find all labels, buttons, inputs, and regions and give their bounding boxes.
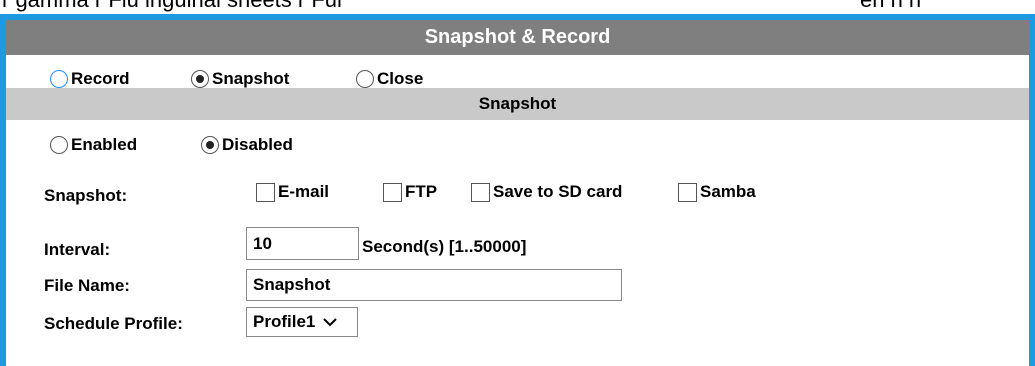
checkbox-label: FTP bbox=[405, 182, 438, 201]
radio-label: Record bbox=[71, 69, 130, 88]
checkbox-icon[interactable] bbox=[678, 182, 697, 202]
checkbox-icon[interactable] bbox=[383, 182, 402, 202]
radio-disabled[interactable]: Disabled bbox=[201, 135, 293, 155]
radio-icon[interactable] bbox=[191, 70, 209, 88]
checkbox-icon[interactable] bbox=[471, 182, 490, 202]
radio-label: Enabled bbox=[71, 135, 138, 154]
checkbox-label: E-mail bbox=[278, 182, 330, 201]
mode-radio-record[interactable]: Record bbox=[50, 69, 130, 89]
panel-title: Snapshot & Record bbox=[6, 20, 1029, 55]
file-name-input[interactable]: Snapshot bbox=[246, 269, 622, 301]
radio-enabled[interactable]: Enabled bbox=[50, 135, 137, 155]
mode-radio-close[interactable]: Close bbox=[356, 69, 423, 89]
checkbox-ftp[interactable]: FTP bbox=[383, 182, 437, 202]
checkbox-sd-card[interactable]: Save to SD card bbox=[471, 182, 622, 202]
radio-icon[interactable] bbox=[50, 136, 68, 154]
schedule-profile-select[interactable]: Profile1 bbox=[246, 307, 358, 337]
radio-icon[interactable] bbox=[50, 70, 68, 88]
select-value: Profile1 bbox=[253, 312, 316, 331]
clipped-text-strip: r gamma r Flu inguinal sheets r Ful en n… bbox=[0, 0, 1035, 14]
clipped-text-left: r gamma r Flu inguinal sheets r Ful bbox=[2, 0, 342, 11]
interval-label: Interval: bbox=[44, 240, 111, 259]
file-name-label: File Name: bbox=[44, 276, 130, 295]
checkbox-icon[interactable] bbox=[256, 182, 275, 202]
snapshot-record-panel: Snapshot & Record Record Snapshot Close … bbox=[0, 14, 1035, 366]
schedule-profile-label: Schedule Profile: bbox=[44, 314, 183, 333]
checkbox-samba[interactable]: Samba bbox=[678, 182, 756, 202]
clipped-text-right: en n n bbox=[860, 0, 921, 11]
radio-label: Snapshot bbox=[212, 69, 290, 88]
chevron-down-icon bbox=[323, 312, 338, 332]
interval-unit-label: Second(s) [1..50000] bbox=[362, 237, 527, 256]
interval-input[interactable]: 10 bbox=[246, 227, 359, 260]
checkbox-label: Samba bbox=[700, 182, 756, 201]
snapshot-targets-label: Snapshot: bbox=[44, 186, 128, 205]
radio-icon[interactable] bbox=[201, 136, 219, 154]
radio-label: Disabled bbox=[222, 135, 293, 154]
radio-icon[interactable] bbox=[356, 70, 374, 88]
checkbox-label: Save to SD card bbox=[493, 182, 623, 201]
radio-label: Close bbox=[377, 69, 424, 88]
section-header-snapshot: Snapshot bbox=[6, 88, 1029, 120]
checkbox-email[interactable]: E-mail bbox=[256, 182, 329, 202]
mode-radio-snapshot[interactable]: Snapshot bbox=[191, 69, 289, 89]
